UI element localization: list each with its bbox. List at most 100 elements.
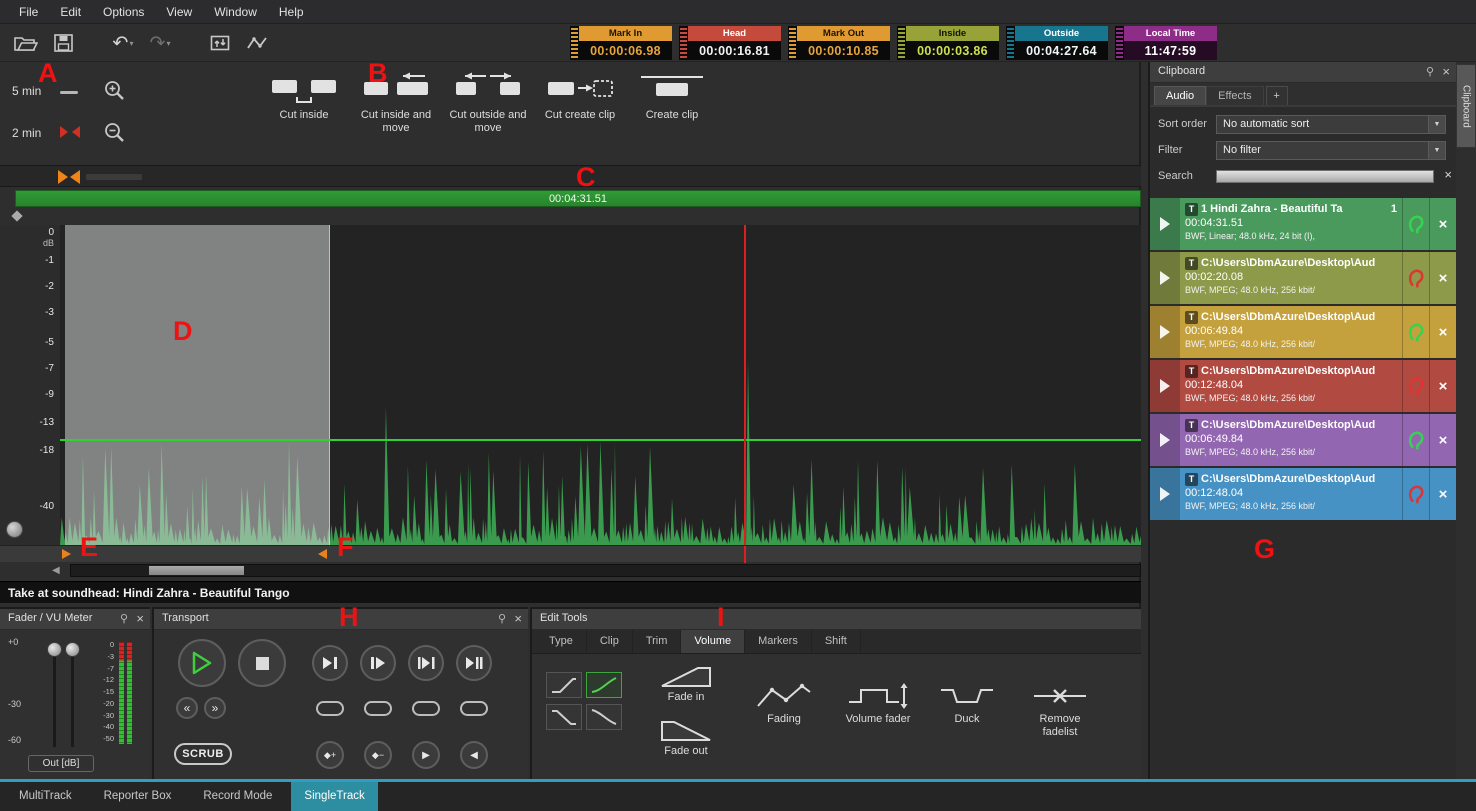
prelisten-ear-button[interactable] xyxy=(1402,414,1429,466)
remove-item-button[interactable]: × xyxy=(1429,468,1456,520)
create-clip-button[interactable]: Create clip xyxy=(626,70,718,135)
close-icon[interactable]: × xyxy=(1442,64,1450,80)
clear-search-icon[interactable]: × xyxy=(1444,167,1452,182)
mark-out-handle-icon[interactable] xyxy=(318,549,327,559)
tab-effects[interactable]: Effects xyxy=(1206,86,1263,105)
clipboard-item[interactable]: T C:\Users\DbmAzure\Desktop\Aud 00:02:20… xyxy=(1150,252,1456,304)
scale-knob[interactable] xyxy=(6,521,23,538)
remove-item-button[interactable]: × xyxy=(1429,252,1456,304)
zoom-slider[interactable] xyxy=(60,91,78,94)
playhead-cursor[interactable] xyxy=(744,225,746,545)
fader-track[interactable] xyxy=(53,647,56,747)
fade-out-curve-button[interactable] xyxy=(586,704,622,730)
play-selection-button[interactable] xyxy=(408,645,444,681)
clipboard-item[interactable]: T C:\Users\DbmAzure\Desktop\Aud 00:06:49… xyxy=(1150,306,1456,358)
remove-marker-button[interactable]: ◆− xyxy=(364,741,392,769)
loop-button[interactable] xyxy=(460,701,488,716)
mark-in-handle-icon[interactable] xyxy=(62,549,71,559)
tab-volume[interactable]: Volume xyxy=(681,630,745,653)
tab-type[interactable]: Type xyxy=(536,630,587,653)
loop-button[interactable] xyxy=(364,701,392,716)
add-marker-button[interactable]: ◆+ xyxy=(316,741,344,769)
play-button[interactable] xyxy=(178,639,226,687)
prelisten-play-button[interactable] xyxy=(1150,252,1180,304)
prelisten-ear-button[interactable] xyxy=(1402,360,1429,412)
add-tab-button[interactable]: + xyxy=(1266,86,1288,105)
scrollbar-thumb[interactable] xyxy=(149,566,244,575)
menu-options[interactable]: Options xyxy=(92,0,155,24)
menu-file[interactable]: File xyxy=(8,0,49,24)
remove-item-button[interactable]: × xyxy=(1429,306,1456,358)
cut-outside-and-move-button[interactable]: Cut outside and move xyxy=(442,70,534,135)
next-marker-button[interactable]: ▶ xyxy=(412,741,440,769)
timeline-ruler[interactable] xyxy=(0,165,1141,187)
undo-button[interactable]: ↶ ▾ xyxy=(111,30,135,56)
close-icon[interactable]: × xyxy=(136,611,144,627)
fader-knob-right[interactable] xyxy=(65,642,80,657)
scrub-button[interactable]: SCRUB xyxy=(174,743,232,765)
pin-icon[interactable]: ⚲ xyxy=(1426,65,1434,78)
fade-in-button[interactable]: Fade in xyxy=(644,662,728,704)
fade-out-linear-button[interactable] xyxy=(546,704,582,730)
remove-item-button[interactable]: × xyxy=(1429,198,1456,250)
zoom-out-button[interactable] xyxy=(102,120,128,146)
cut-inside-and-move-button[interactable]: Cut inside and move xyxy=(350,70,442,135)
clipboard-item[interactable]: T C:\Users\DbmAzure\Desktop\Aud 00:12:48… xyxy=(1150,468,1456,520)
fade-in-curve-button[interactable] xyxy=(586,672,622,698)
tab-trim[interactable]: Trim xyxy=(633,630,682,653)
prelisten-ear-button[interactable] xyxy=(1402,468,1429,520)
tab-multitrack[interactable]: MultiTrack xyxy=(6,782,85,811)
scroll-left-icon[interactable]: ◀ xyxy=(52,565,60,576)
tab-reporter-box[interactable]: Reporter Box xyxy=(91,782,185,811)
play-from-button[interactable] xyxy=(360,645,396,681)
cut-inside-button[interactable]: Cut inside xyxy=(258,70,350,135)
previous-marker-button[interactable]: ◀ xyxy=(460,741,488,769)
open-file-button[interactable] xyxy=(14,30,38,56)
menu-edit[interactable]: Edit xyxy=(49,0,92,24)
overview-bar[interactable]: 00:04:31.51 xyxy=(15,190,1141,207)
prelisten-ear-button[interactable] xyxy=(1402,198,1429,250)
clipboard-item[interactable]: T C:\Users\DbmAzure\Desktop\Aud 00:06:49… xyxy=(1150,414,1456,466)
play-around-button[interactable] xyxy=(456,645,492,681)
rewind-button[interactable]: « xyxy=(176,697,198,719)
stop-button[interactable] xyxy=(238,639,286,687)
zoom-preset-5min[interactable]: 5 min xyxy=(12,84,41,98)
volume-envelope-line[interactable] xyxy=(60,439,1141,441)
play-to-button[interactable] xyxy=(312,645,348,681)
zoom-to-marks-button[interactable] xyxy=(58,120,82,144)
volume-fader-button[interactable]: Volume fader xyxy=(832,682,924,726)
prelisten-ear-button[interactable] xyxy=(1402,252,1429,304)
zoom-preset-2min[interactable]: 2 min xyxy=(12,126,41,140)
tab-markers[interactable]: Markers xyxy=(745,630,812,653)
remove-fadelist-button[interactable]: Remove fadelist xyxy=(1014,682,1106,739)
fader-knob-left[interactable] xyxy=(47,642,62,657)
clipboard-item[interactable]: T 1 Hindi Zahra - Beautiful Ta 1 00:04:3… xyxy=(1150,198,1456,250)
clipboard-side-tab[interactable]: Clipboard xyxy=(1456,64,1476,148)
filter-dropdown[interactable]: No filter ▼ xyxy=(1216,141,1446,160)
tab-clip[interactable]: Clip xyxy=(587,630,633,653)
loop-button[interactable] xyxy=(316,701,344,716)
fade-in-linear-button[interactable] xyxy=(546,672,582,698)
remove-item-button[interactable]: × xyxy=(1429,414,1456,466)
prelisten-play-button[interactable] xyxy=(1150,306,1180,358)
envelope-tool-button[interactable] xyxy=(245,30,269,56)
fader-track[interactable] xyxy=(71,647,74,747)
scrollbar-track[interactable] xyxy=(70,564,1141,577)
pin-icon[interactable]: ⚲ xyxy=(120,612,128,625)
menu-help[interactable]: Help xyxy=(268,0,315,24)
waveform-selection[interactable] xyxy=(65,225,330,545)
duck-button[interactable]: Duck xyxy=(930,682,1004,726)
cut-create-clip-button[interactable]: Cut create clip xyxy=(534,70,626,135)
loop-button[interactable] xyxy=(412,701,440,716)
redo-button[interactable]: ↷ ▾ xyxy=(148,30,172,56)
tab-shift[interactable]: Shift xyxy=(812,630,861,653)
close-icon[interactable]: × xyxy=(514,611,522,627)
forward-button[interactable]: » xyxy=(204,697,226,719)
tab-audio[interactable]: Audio xyxy=(1154,86,1206,105)
fade-out-button[interactable]: Fade out xyxy=(644,716,728,758)
prelisten-play-button[interactable] xyxy=(1150,198,1180,250)
remove-item-button[interactable]: × xyxy=(1429,360,1456,412)
prelisten-ear-button[interactable] xyxy=(1402,306,1429,358)
clipboard-item[interactable]: T C:\Users\DbmAzure\Desktop\Aud 00:12:48… xyxy=(1150,360,1456,412)
prelisten-play-button[interactable] xyxy=(1150,414,1180,466)
